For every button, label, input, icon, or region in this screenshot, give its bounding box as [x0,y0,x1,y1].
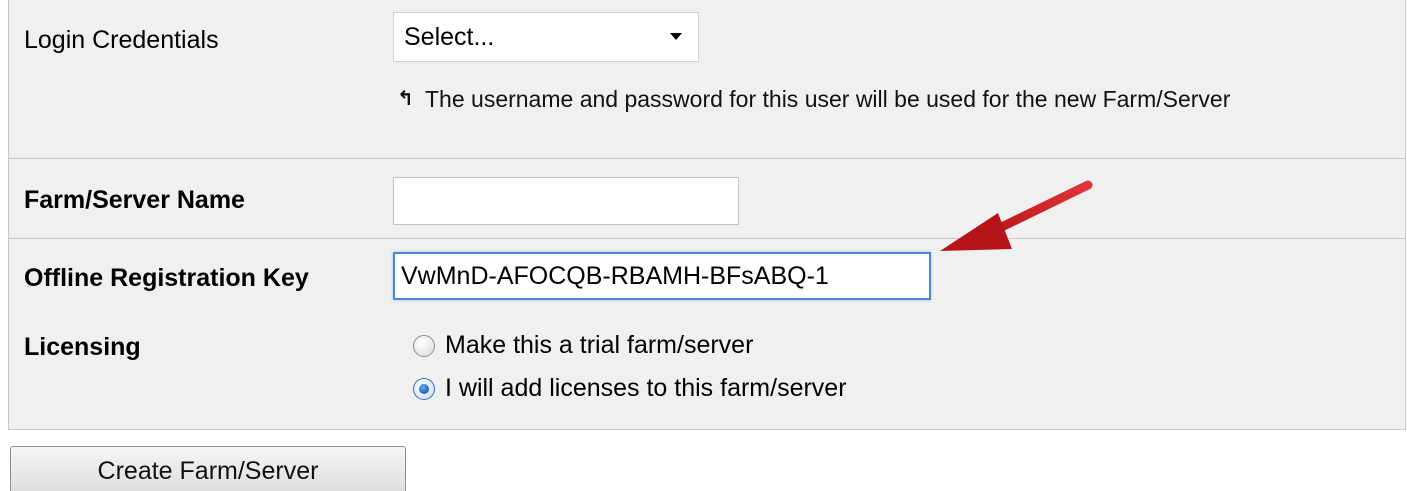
licensing-option-label: I will add licenses to this farm/server [445,374,847,402]
login-credentials-selected-value: Select... [404,23,495,51]
radio-unchecked[interactable] [413,334,435,357]
login-credentials-select[interactable]: Select... [393,12,699,62]
login-credentials-label: Login Credentials [24,26,219,54]
form-panel: Login Credentials Select... ↰ The usernam… [8,0,1406,430]
page: Login Credentials Select... ↰ The usernam… [0,0,1407,491]
hint-text: The username and password for this user … [425,86,1231,112]
offline-registration-key-input[interactable] [393,252,931,300]
create-farm-server-button[interactable]: Create Farm/Server [10,446,406,491]
chevron-down-icon [670,33,682,40]
offline-registration-key-label: Offline Registration Key [24,264,309,292]
up-arrow-icon: ↰ [397,88,414,110]
divider [9,158,1405,159]
divider [9,238,1405,239]
licensing-option-add-licenses[interactable]: I will add licenses to this farm/server [413,374,847,403]
login-credentials-hint: ↰ The username and password for this user… [397,82,1337,116]
farm-server-name-label: Farm/Server Name [24,186,245,214]
licensing-option-trial[interactable]: Make this a trial farm/server [413,331,753,360]
radio-checked[interactable] [413,377,435,400]
licensing-label: Licensing [24,333,141,361]
farm-server-name-input[interactable] [393,177,739,225]
licensing-option-label: Make this a trial farm/server [445,331,754,359]
red-annotation-arrow-icon [940,180,1093,251]
